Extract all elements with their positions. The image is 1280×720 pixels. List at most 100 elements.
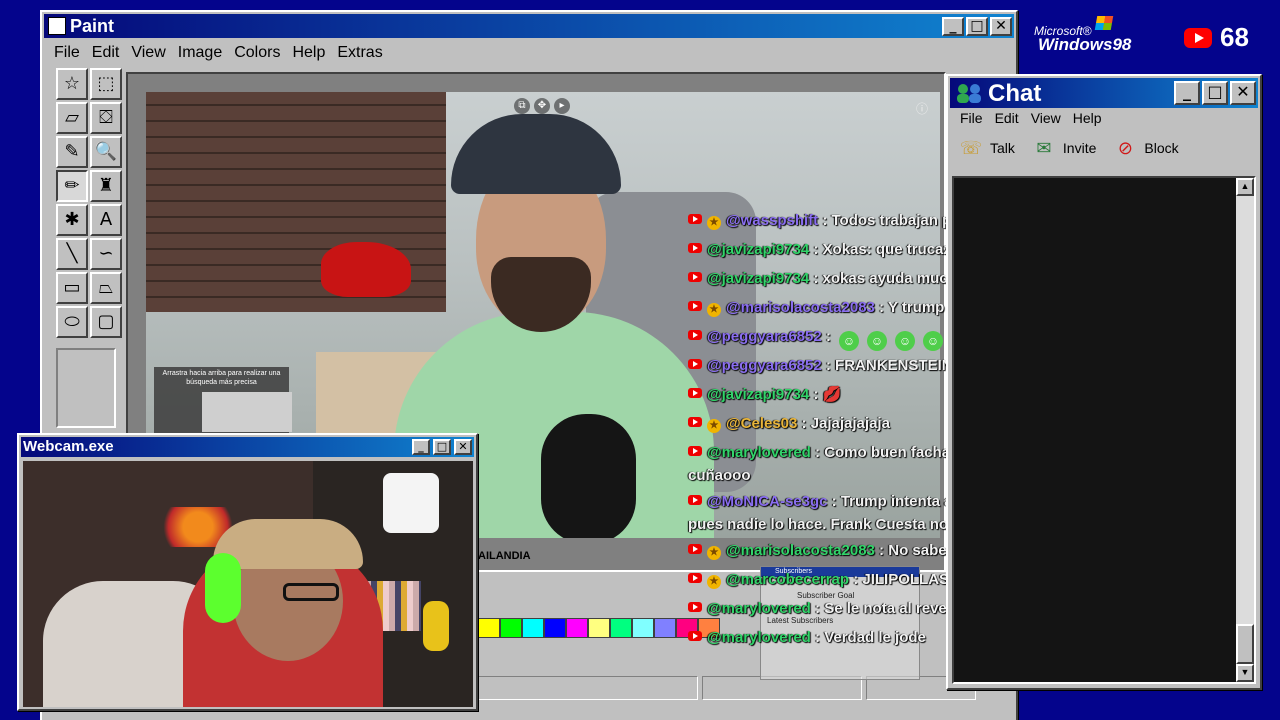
- chat-minimize-button[interactable]: _: [1174, 81, 1200, 105]
- menu-file[interactable]: File: [48, 42, 86, 64]
- minimize-button[interactable]: _: [942, 17, 964, 36]
- chat-username[interactable]: @Celes03: [726, 415, 797, 432]
- chat-maximize-button[interactable]: □: [1202, 81, 1228, 105]
- chat-username[interactable]: @marcobecerrap: [726, 571, 849, 588]
- chat-menu-file[interactable]: File: [954, 110, 989, 126]
- chat-username[interactable]: @peggyara6852: [707, 357, 822, 374]
- chat-username[interactable]: @marylovered: [707, 629, 811, 646]
- rounded-rect-tool-button[interactable]: ▢: [90, 306, 122, 338]
- chat-menu-edit[interactable]: Edit: [989, 110, 1025, 126]
- menu-extras[interactable]: Extras: [331, 42, 388, 64]
- chat-username[interactable]: @javizapi9734: [707, 386, 809, 403]
- webcam-titlebar[interactable]: Webcam.exe _ □ ✕: [21, 437, 474, 457]
- polygon-tool-button[interactable]: ⏢: [90, 272, 122, 304]
- menu-help[interactable]: Help: [286, 42, 331, 64]
- pencil-tool-button[interactable]: ✏: [56, 170, 88, 202]
- member-star-icon: ★: [707, 419, 721, 433]
- chat-menu-view[interactable]: View: [1025, 110, 1067, 126]
- scroll-thumb[interactable]: [1236, 624, 1254, 664]
- chat-separator: :: [809, 270, 823, 287]
- rectangle-tool-button[interactable]: ▭: [56, 272, 88, 304]
- menu-image[interactable]: Image: [172, 42, 228, 64]
- chat-username[interactable]: @MoNICA-se3gc: [707, 493, 827, 510]
- maximize-button[interactable]: □: [966, 17, 988, 36]
- airbrush-tool-button[interactable]: ✱: [56, 204, 88, 236]
- color-picker-tool-button[interactable]: ✎: [56, 136, 88, 168]
- menu-edit[interactable]: Edit: [86, 42, 126, 64]
- menu-colors[interactable]: Colors: [228, 42, 286, 64]
- palette-color-swatch[interactable]: [522, 618, 544, 638]
- chat-close-button[interactable]: ✕: [1230, 81, 1256, 105]
- palette-color-swatch[interactable]: [500, 618, 522, 638]
- chat-people-icon: [957, 84, 981, 103]
- palette-color-swatch[interactable]: [478, 618, 500, 638]
- youtube-icon: [688, 446, 702, 456]
- brush-tool-button[interactable]: ♜: [90, 170, 122, 202]
- menu-view[interactable]: View: [125, 42, 171, 64]
- chat-scrollbar[interactable]: ▲ ▼: [1236, 178, 1254, 682]
- palette-color-swatch[interactable]: [544, 618, 566, 638]
- chat-username[interactable]: @javizapi9734: [707, 241, 809, 258]
- chat-username[interactable]: @marisolacosta2083: [726, 299, 875, 316]
- tool-options-box[interactable]: [56, 348, 116, 428]
- scroll-up-arrow-icon[interactable]: ▲: [1236, 178, 1254, 196]
- chat-message-pane[interactable]: ▲ ▼: [952, 176, 1256, 684]
- chat-menu-help[interactable]: Help: [1067, 110, 1108, 126]
- forward-icon[interactable]: ▸: [554, 98, 570, 114]
- curve-icon: ∽: [98, 243, 114, 264]
- info-icon[interactable]: ⓘ: [916, 100, 928, 117]
- webcam-minimize-button[interactable]: _: [412, 439, 430, 455]
- chat-username[interactable]: @peggyara6852: [707, 328, 822, 345]
- youtube-icon: [688, 330, 702, 340]
- magnifier-tool-button[interactable]: 🔍: [90, 136, 122, 168]
- chat-titlebar[interactable]: Chat _ □ ✕: [950, 78, 1258, 108]
- webcam-maximize-button[interactable]: □: [433, 439, 451, 455]
- chat-separator: :: [810, 444, 825, 461]
- maximize-icon: □: [970, 18, 984, 34]
- fill-tool-button[interactable]: ⛋: [90, 102, 122, 134]
- text-tool-button[interactable]: A: [90, 204, 122, 236]
- paint-titlebar[interactable]: Paint _ □ ✕: [44, 14, 1014, 38]
- chat-username[interactable]: @wasspshift: [726, 212, 818, 229]
- nauseated-emoji-icon: ☺: [839, 331, 860, 351]
- chat-separator: :: [874, 542, 889, 559]
- youtube-icon: [688, 602, 702, 612]
- line-tool-button[interactable]: ╲: [56, 238, 88, 270]
- chat-username[interactable]: @marylovered: [707, 444, 811, 461]
- invite-label: Invite: [1062, 140, 1097, 156]
- free-select-tool-button[interactable]: ☆: [56, 68, 88, 100]
- palette-color-swatch[interactable]: [654, 618, 676, 638]
- pip-icon[interactable]: ⧉: [514, 98, 530, 114]
- youtube-icon: [688, 214, 702, 224]
- windows-flag-icon: [1094, 16, 1114, 30]
- block-button[interactable]: ⊘ Block: [1112, 136, 1179, 160]
- color-palette: [478, 618, 720, 638]
- video-controls: ⧉ ✥ ▸: [514, 98, 574, 114]
- webcam-close-button[interactable]: ✕: [454, 439, 472, 455]
- talk-icon: ☏: [959, 138, 983, 158]
- youtube-icon: [688, 544, 702, 554]
- palette-color-swatch[interactable]: [588, 618, 610, 638]
- chat-username[interactable]: @marisolacosta2083: [726, 542, 875, 559]
- pencil-icon: ✏: [64, 175, 80, 196]
- rect-select-tool-button[interactable]: ⬚: [90, 68, 122, 100]
- block-label: Block: [1144, 140, 1179, 156]
- ellipse-tool-button[interactable]: ⬭: [56, 306, 88, 338]
- talk-button[interactable]: ☏ Talk: [958, 136, 1015, 160]
- invite-button[interactable]: ✉ Invite: [1031, 136, 1096, 160]
- magnifier-icon: 🔍: [94, 141, 118, 162]
- palette-color-swatch[interactable]: [566, 618, 588, 638]
- chat-separator: :: [810, 600, 825, 617]
- move-icon[interactable]: ✥: [534, 98, 550, 114]
- scroll-down-arrow-icon[interactable]: ▼: [1236, 664, 1254, 682]
- curve-tool-button[interactable]: ∽: [90, 238, 122, 270]
- close-button[interactable]: ✕: [990, 17, 1012, 36]
- palette-color-swatch[interactable]: [632, 618, 654, 638]
- palette-color-swatch[interactable]: [610, 618, 632, 638]
- canvas-bg-text: AILANDIA: [478, 550, 531, 562]
- eraser-tool-button[interactable]: ▱: [56, 102, 88, 134]
- chat-username[interactable]: @javizapi9734: [707, 270, 809, 287]
- maximize-icon: □: [436, 440, 448, 453]
- chat-username[interactable]: @marylovered: [707, 600, 811, 617]
- close-icon: ✕: [995, 18, 1007, 34]
